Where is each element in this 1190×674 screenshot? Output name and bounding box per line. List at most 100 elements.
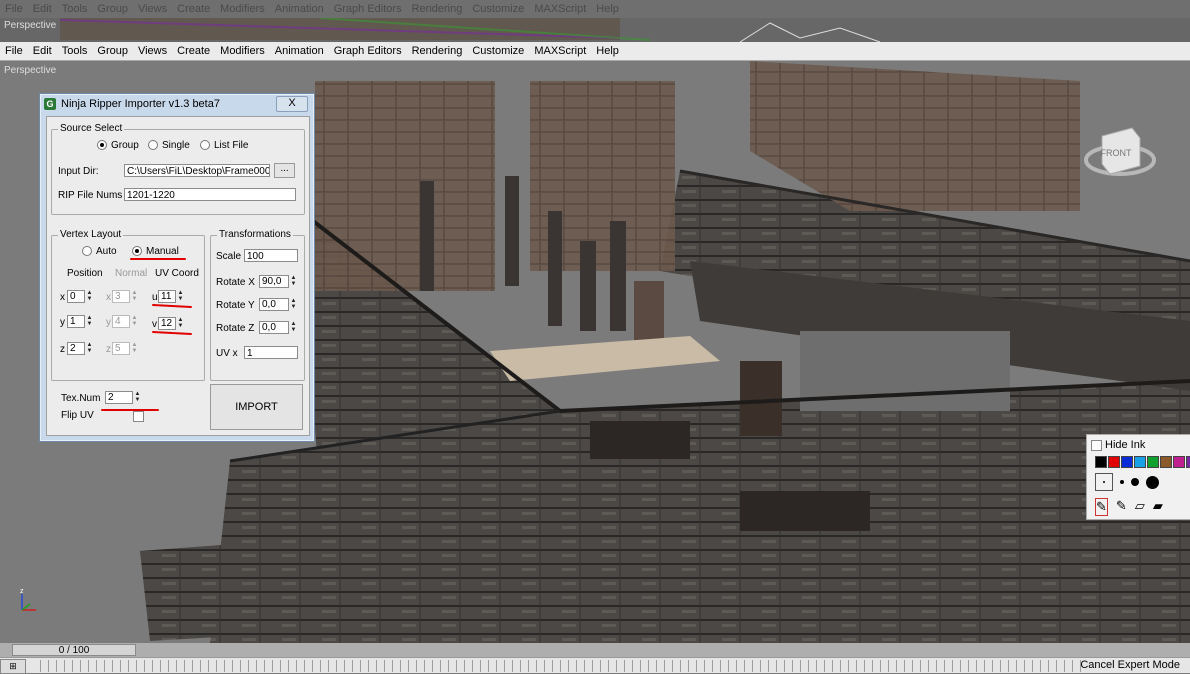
spinner-arrows-icon[interactable]: ▲ ▼ <box>131 290 138 303</box>
spinner-arrows-icon[interactable]: ▲ ▼ <box>131 315 138 328</box>
uv-u-spinner[interactable]: 11 ▲ ▼ <box>158 290 184 303</box>
ink-color-swatch[interactable] <box>1108 456 1120 468</box>
menu-create[interactable]: Create <box>172 45 215 57</box>
pos-y-value[interactable]: 1 <box>67 315 85 328</box>
normal-y-spinner[interactable]: 4 ▲ ▼ <box>112 315 138 328</box>
spinner-arrows-icon[interactable]: ▲ ▼ <box>177 290 184 303</box>
pos-x-value[interactable]: 0 <box>67 290 85 303</box>
menu-views[interactable]: Views <box>133 45 172 57</box>
ink-color-swatch[interactable] <box>1186 456 1190 468</box>
cancel-expert-mode-button[interactable]: Cancel Expert Mode <box>1080 658 1180 673</box>
axis-z-label: z <box>20 588 24 595</box>
spinner-arrows-icon[interactable]: ▲ ▼ <box>290 298 297 311</box>
hide-ink-label: Hide Ink <box>1105 439 1146 451</box>
close-button[interactable]: X <box>276 96 308 112</box>
pen-icon[interactable]: ✎ <box>1095 498 1108 516</box>
input-dir-label: Input Dir: <box>58 166 99 177</box>
pen-size-small-icon[interactable] <box>1120 480 1124 484</box>
normal-z-value[interactable]: 5 <box>112 342 130 355</box>
pos-z-value[interactable]: 2 <box>67 342 85 355</box>
viewcube-label: FRONT <box>1101 148 1132 158</box>
radio-single[interactable]: Single <box>148 140 190 151</box>
menu-maxscript[interactable]: MAXScript <box>529 45 591 57</box>
normal-x-spinner[interactable]: 3 ▲ ▼ <box>112 290 138 303</box>
menu-rendering[interactable]: Rendering <box>407 45 468 57</box>
menu-tools[interactable]: Tools <box>57 45 93 57</box>
timeline-ruler[interactable] <box>40 660 1085 672</box>
pen-size-tiny-icon[interactable] <box>1095 473 1113 491</box>
tex-num-spinner[interactable]: 2 ▲ ▼ <box>105 391 143 404</box>
spinner-arrows-icon[interactable]: ▲ ▼ <box>86 315 93 328</box>
rip-file-nums-label: RIP File Nums <box>58 190 123 201</box>
menu-file[interactable]: File <box>0 45 28 57</box>
uv-v-value[interactable]: 12 <box>158 317 176 330</box>
rotate-z-value[interactable]: 0,0 <box>259 321 289 334</box>
menu-customize[interactable]: Customize <box>467 45 529 57</box>
pos-y-spinner[interactable]: 1 ▲ ▼ <box>67 315 93 328</box>
pos-x-spinner[interactable]: 0 ▲ ▼ <box>67 290 93 303</box>
rotate-x-spinner[interactable]: 90,0 ▲ ▼ <box>259 275 297 288</box>
radio-list-file[interactable]: List File <box>200 140 248 151</box>
spinner-arrows-icon[interactable]: ▲ ▼ <box>134 391 141 404</box>
axis-gizmo: z <box>20 588 36 611</box>
menu-group[interactable]: Group <box>92 45 133 57</box>
ink-color-swatch[interactable] <box>1160 456 1172 468</box>
hide-ink-checkbox[interactable] <box>1091 439 1102 451</box>
import-button[interactable]: IMPORT <box>210 384 303 430</box>
radio-group[interactable]: Group <box>97 140 139 151</box>
normal-z-spinner[interactable]: 5 ▲ ▼ <box>112 342 138 355</box>
pen-size-large-icon[interactable] <box>1146 475 1159 489</box>
normal-y-value[interactable]: 4 <box>112 315 130 328</box>
ink-color-swatch[interactable] <box>1173 456 1185 468</box>
ink-color-swatch[interactable] <box>1134 456 1146 468</box>
spinner-arrows-icon[interactable]: ▲ ▼ <box>131 342 138 355</box>
uv-scale-field[interactable]: 1 <box>244 346 298 359</box>
flip-uv-checkbox[interactable] <box>133 411 144 422</box>
radio-manual-indicator[interactable] <box>132 246 142 257</box>
ink-color-swatch[interactable] <box>1095 456 1107 468</box>
spinner-arrows-icon[interactable]: ▲ ▼ <box>290 275 297 288</box>
spinner-arrows-icon[interactable]: ▲ ▼ <box>86 342 93 355</box>
spinner-arrows-icon[interactable]: ▲ ▼ <box>177 317 184 330</box>
radio-manual[interactable]: Manual <box>132 246 179 257</box>
uv-v-label: v <box>152 319 157 330</box>
highlighter-icon[interactable]: ✎ <box>1116 498 1127 516</box>
time-slider[interactable]: 0 / 100 <box>12 644 136 656</box>
rotate-x-value[interactable]: 90,0 <box>259 275 289 288</box>
tex-num-value[interactable]: 2 <box>105 391 133 404</box>
normal-x-value[interactable]: 3 <box>112 290 130 303</box>
browse-button[interactable]: ... <box>274 163 295 178</box>
menu-graph-editors[interactable]: Graph Editors <box>329 45 407 57</box>
menu-help[interactable]: Help <box>591 45 624 57</box>
viewport-label[interactable]: Perspective <box>4 65 56 76</box>
uv-u-value[interactable]: 11 <box>158 290 176 303</box>
uv-v-spinner[interactable]: 12 ▲ ▼ <box>158 317 184 330</box>
scale-field[interactable]: 100 <box>244 249 298 262</box>
rotate-y-value[interactable]: 0,0 <box>259 298 289 311</box>
radio-single-indicator[interactable] <box>148 140 158 151</box>
pos-z-spinner[interactable]: 2 ▲ ▼ <box>67 342 93 355</box>
spinner-arrows-icon[interactable]: ▲ ▼ <box>290 321 297 334</box>
radio-group-indicator[interactable] <box>97 140 107 151</box>
stroke-eraser-icon[interactable]: ▰ <box>1153 498 1163 516</box>
menu-animation[interactable]: Animation <box>270 45 329 57</box>
viewcube[interactable]: FRONT <box>1082 118 1162 188</box>
normal-column-label: Normal <box>115 268 148 279</box>
rotate-y-spinner[interactable]: 0,0 ▲ ▼ <box>259 298 297 311</box>
ink-color-swatch[interactable] <box>1121 456 1133 468</box>
input-dir-field[interactable]: C:\Users\FiL\Desktop\Frame000 <box>124 164 270 177</box>
menu-modifiers[interactable]: Modifiers <box>215 45 270 57</box>
pen-size-medium-icon[interactable] <box>1131 478 1139 486</box>
uv-coord-column-label: UV Coord <box>155 268 199 279</box>
radio-auto[interactable]: Auto <box>82 246 117 257</box>
radio-list-file-indicator[interactable] <box>200 140 210 151</box>
rip-file-nums-field[interactable]: 1201-1220 <box>124 188 296 201</box>
rotate-z-spinner[interactable]: 0,0 ▲ ▼ <box>259 321 297 334</box>
eraser-icon[interactable]: ▱ <box>1135 498 1145 516</box>
spinner-arrows-icon[interactable]: ▲ ▼ <box>86 290 93 303</box>
hide-ink-option[interactable]: Hide Ink <box>1091 439 1145 451</box>
ink-color-swatch[interactable] <box>1147 456 1159 468</box>
menu-edit[interactable]: Edit <box>28 45 57 57</box>
radio-auto-indicator[interactable] <box>82 246 92 257</box>
dialog-titlebar[interactable]: G Ninja Ripper Importer v1.3 beta7 <box>40 94 314 114</box>
